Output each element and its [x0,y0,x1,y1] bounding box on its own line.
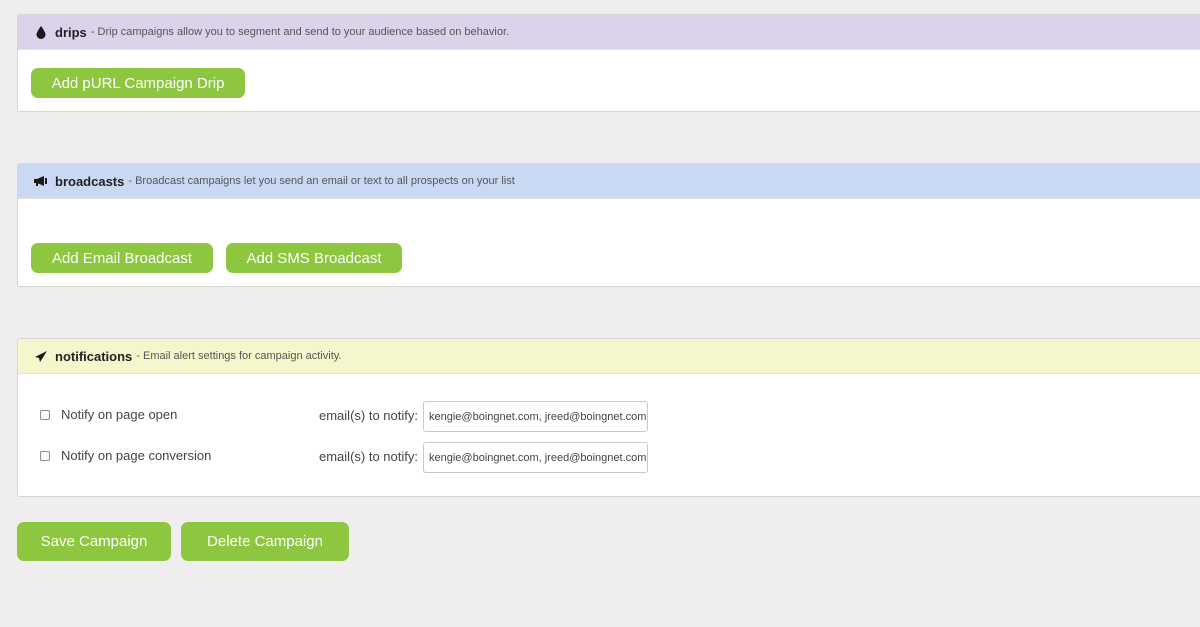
drips-title: drips [55,24,87,40]
drop-icon [33,24,49,40]
megaphone-icon [33,173,49,189]
add-email-broadcast-button[interactable]: Add Email Broadcast [31,243,213,273]
notify-page-conversion-email-input[interactable]: kengie@boingnet.com, jreed@boingnet.com, [423,442,648,473]
notifications-description: - Email alert settings for campaign acti… [136,350,342,362]
notify-page-open-email-value: kengie@boingnet.com, jreed@boingnet.com, [429,411,648,423]
notifications-title: notifications [55,348,133,364]
save-campaign-button[interactable]: Save Campaign [17,522,171,561]
notify-page-conversion-label: Notify on page conversion [61,448,212,463]
notify-page-open-checkbox[interactable] [40,410,50,420]
paper-plane-icon [33,348,49,364]
notify-page-conversion-checkbox[interactable] [40,451,50,461]
add-sms-broadcast-button[interactable]: Add SMS Broadcast [226,243,402,273]
add-purl-campaign-drip-button[interactable]: Add pURL Campaign Drip [31,68,245,98]
broadcasts-title: broadcasts [55,173,125,189]
notify-page-conversion-email-label: email(s) to notify: [319,449,418,464]
notifications-header: notifications - Email alert settings for… [18,339,1200,374]
notify-page-open-email-input[interactable]: kengie@boingnet.com, jreed@boingnet.com, [423,401,648,432]
drips-header: drips - Drip campaigns allow you to segm… [18,15,1200,50]
notify-page-conversion-email-value: kengie@boingnet.com, jreed@boingnet.com, [429,452,648,464]
broadcasts-header: broadcasts - Broadcast campaigns let you… [18,164,1200,199]
notify-page-open-email-label: email(s) to notify: [319,408,418,423]
drips-description: - Drip campaigns allow you to segment an… [90,26,510,38]
broadcasts-description: - Broadcast campaigns let you send an em… [128,175,515,187]
delete-campaign-button[interactable]: Delete Campaign [181,522,349,561]
notify-page-open-label: Notify on page open [61,407,178,422]
